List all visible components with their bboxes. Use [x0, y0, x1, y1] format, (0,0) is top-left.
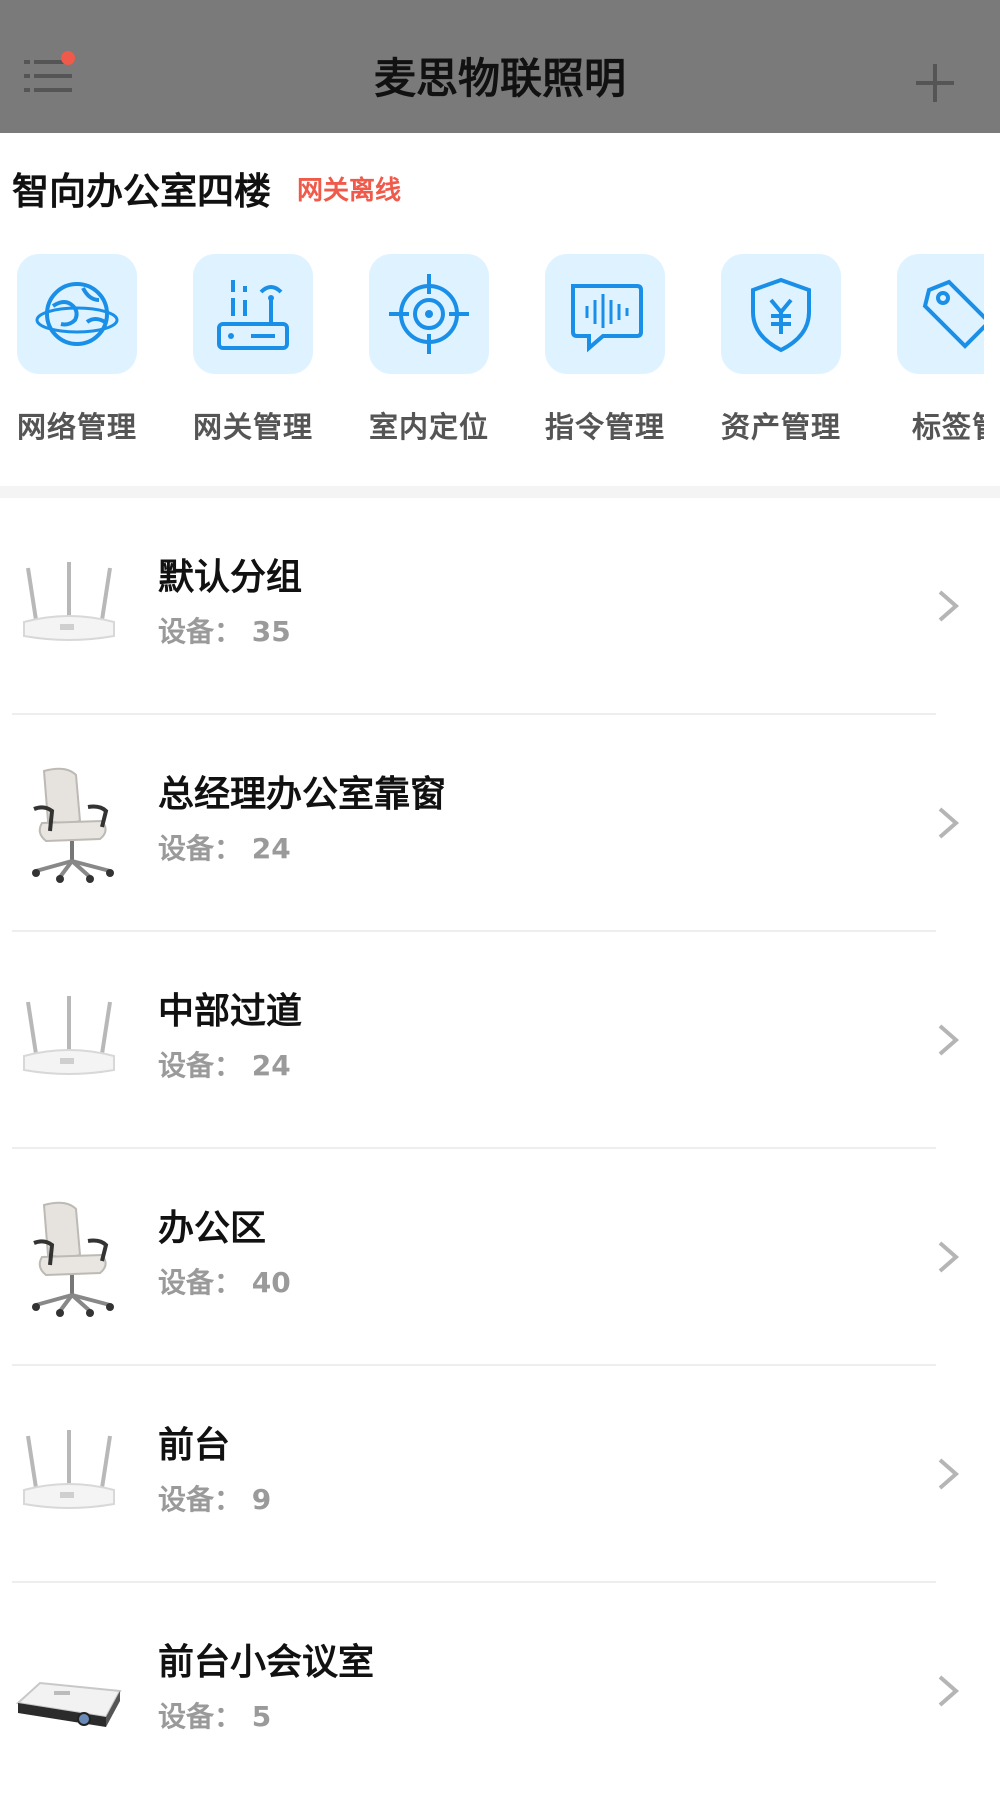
- feature-tag-management[interactable]: 标签管: [892, 254, 984, 446]
- feature-tile: [369, 254, 489, 374]
- device-count: 设备： 24: [158, 832, 291, 865]
- feature-label: 室内定位: [368, 410, 489, 444]
- feature-tile: [897, 254, 984, 374]
- add-button[interactable]: [910, 58, 960, 108]
- feature-asset-management[interactable]: 资产管理: [716, 254, 846, 446]
- device-count: 设备： 35: [158, 615, 291, 648]
- feature-command-management[interactable]: 指令管理: [540, 254, 670, 446]
- device-count: 设备： 40: [158, 1266, 291, 1299]
- feature-tile: [721, 254, 841, 374]
- chevron-right-icon: [934, 1020, 964, 1060]
- router-thumbnail: [14, 1416, 124, 1536]
- feature-tile: [545, 254, 665, 374]
- list-item[interactable]: 前台 设备： 9: [0, 1366, 1000, 1583]
- feature-network-management[interactable]: 网络管理: [12, 254, 142, 446]
- crosshair-icon: [389, 274, 469, 354]
- list-item[interactable]: 默认分组 设备： 35: [0, 498, 1000, 715]
- globe-icon: [35, 282, 119, 346]
- location-name[interactable]: 智向办公室四楼: [12, 161, 271, 215]
- page-title: 麦思物联照明: [373, 54, 626, 103]
- list-item[interactable]: 办公区 设备： 40: [0, 1149, 1000, 1366]
- group-list: 默认分组 设备： 35 总经理办公室靠窗 设备： 24 中部过道 设备： 24 …: [0, 498, 1000, 1800]
- feature-tile: [17, 254, 137, 374]
- feature-tile: [193, 254, 313, 374]
- router-icon: [217, 280, 289, 350]
- group-name: 中部过道: [158, 991, 303, 1032]
- group-name: 前台: [158, 1425, 231, 1466]
- device-count: 设备： 5: [158, 1700, 272, 1733]
- router-thumbnail: [14, 982, 124, 1102]
- feature-label: 标签管: [911, 410, 984, 444]
- feature-label: 网关管理: [192, 410, 313, 444]
- section-divider: [0, 486, 1000, 498]
- yuan-shield-icon: [751, 277, 811, 353]
- feature-label: 指令管理: [544, 410, 665, 444]
- office-chair-thumbnail: [14, 765, 124, 885]
- top-nav-bar: 麦思物联照明: [0, 0, 1000, 133]
- list-item[interactable]: 总经理办公室靠窗 设备： 24: [0, 715, 1000, 932]
- feature-gateway-management[interactable]: 网关管理: [188, 254, 318, 446]
- chevron-right-icon: [934, 1671, 964, 1711]
- feature-label: 资产管理: [720, 410, 841, 444]
- projector-thumbnail: [14, 1633, 124, 1753]
- list-item[interactable]: 前台小会议室 设备： 5: [0, 1583, 1000, 1800]
- tag-icon: [922, 279, 984, 349]
- voice-command-icon: [571, 284, 643, 353]
- chevron-right-icon: [934, 586, 964, 626]
- plus-icon: [916, 64, 954, 102]
- group-name: 总经理办公室靠窗: [158, 774, 447, 815]
- chevron-right-icon: [934, 1237, 964, 1277]
- gateway-status-badge: 网关离线: [297, 175, 402, 206]
- list-item[interactable]: 中部过道 设备： 24: [0, 932, 1000, 1149]
- feature-indoor-positioning[interactable]: 室内定位: [364, 254, 494, 446]
- device-count: 设备： 24: [158, 1049, 291, 1082]
- chevron-right-icon: [934, 803, 964, 843]
- location-header: 智向办公室四楼 网关离线: [12, 163, 401, 213]
- chevron-right-icon: [934, 1454, 964, 1494]
- feature-shortcuts[interactable]: 网络管理 网关管理 室内定位 指令管理 资产管理 标签: [0, 254, 984, 454]
- group-name: 前台小会议室: [158, 1642, 375, 1683]
- group-name: 默认分组: [158, 557, 303, 598]
- device-count: 设备： 9: [158, 1483, 272, 1516]
- router-thumbnail: [14, 548, 124, 668]
- group-name: 办公区: [158, 1208, 267, 1249]
- office-chair-thumbnail: [14, 1199, 124, 1319]
- feature-label: 网络管理: [16, 410, 137, 444]
